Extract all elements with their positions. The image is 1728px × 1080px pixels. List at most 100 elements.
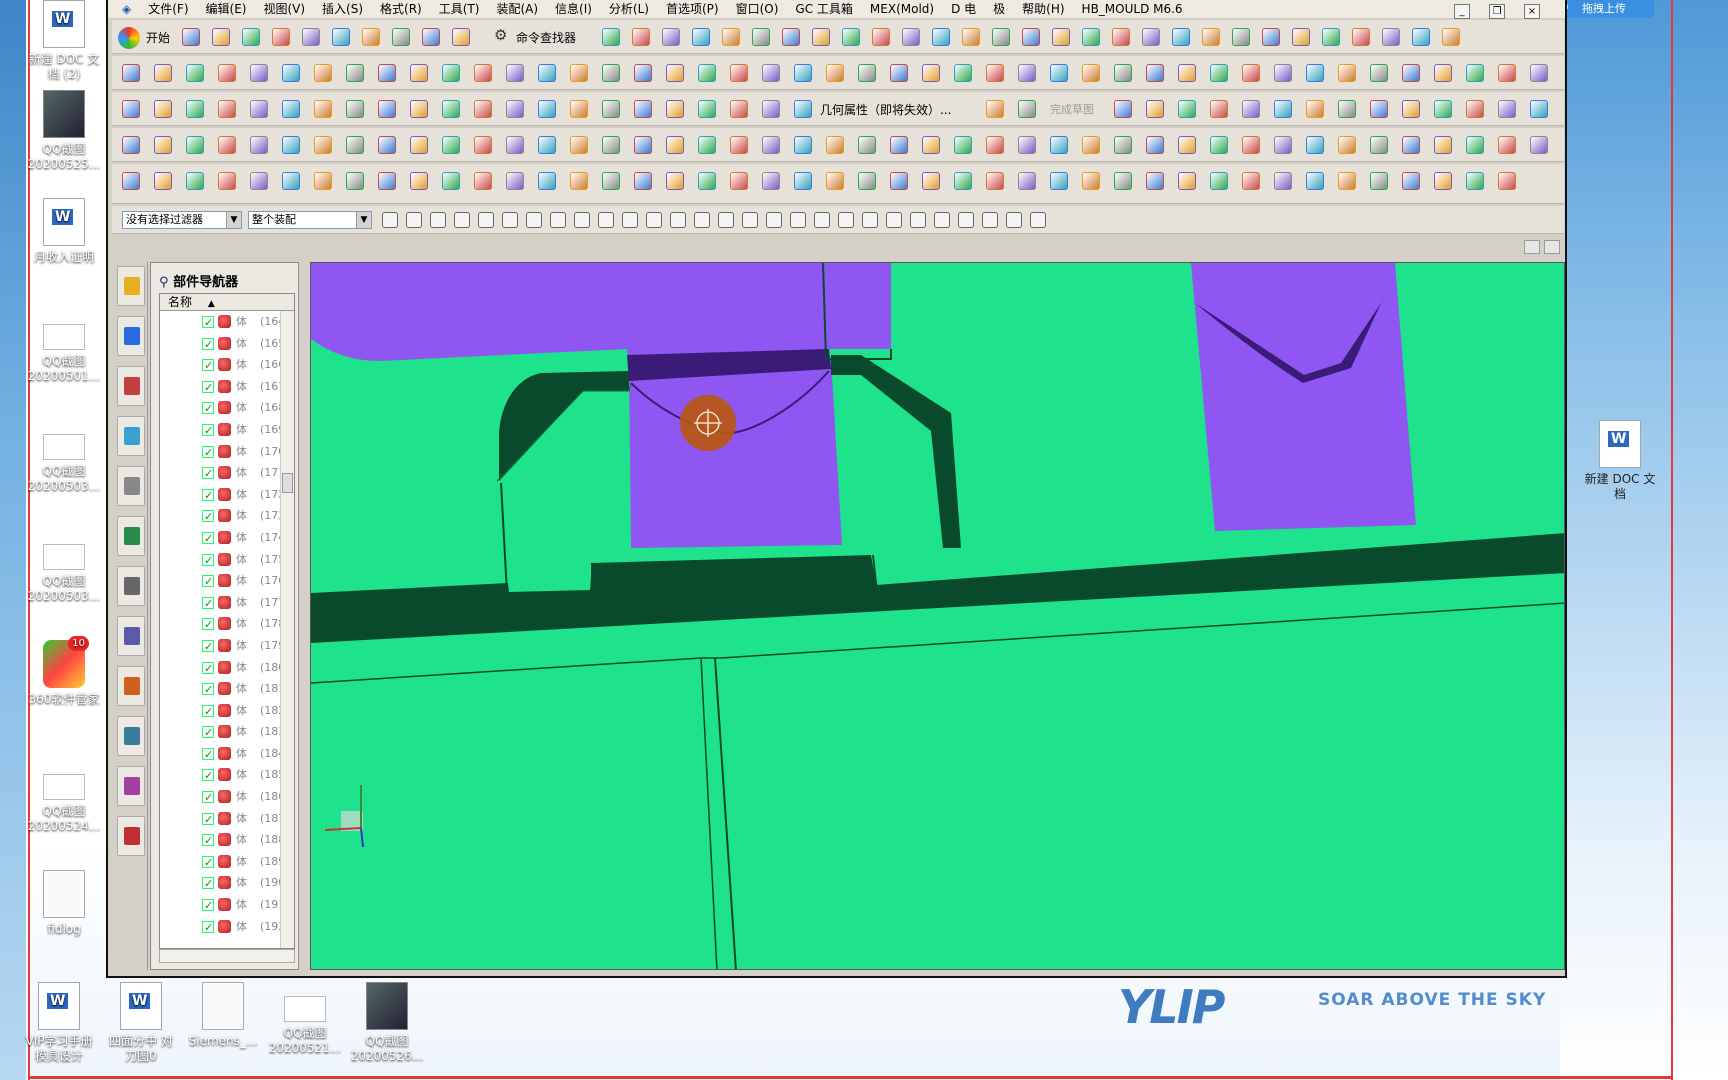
- circle-icon[interactable]: [474, 100, 492, 118]
- visibility-checkbox[interactable]: [202, 873, 214, 894]
- sphere-icon[interactable]: [666, 136, 684, 154]
- maximize-view-icon[interactable]: [1544, 240, 1560, 254]
- sphere-icon[interactable]: [666, 64, 684, 82]
- cylinder-icon[interactable]: [602, 136, 620, 154]
- block-icon[interactable]: [570, 64, 588, 82]
- redo-icon[interactable]: [212, 28, 230, 46]
- cursor-crosshair-icon[interactable]: [1370, 64, 1388, 82]
- visibility-checkbox[interactable]: [202, 744, 214, 765]
- desktop-icon[interactable]: QQ截图 20200524...: [14, 760, 114, 834]
- redo-icon[interactable]: [1434, 136, 1452, 154]
- visibility-checkbox[interactable]: [202, 917, 214, 938]
- menu-item[interactable]: GC 工具箱: [795, 0, 853, 18]
- circle-icon[interactable]: [1232, 28, 1250, 46]
- new-icon[interactable]: [1530, 136, 1548, 154]
- resource-tab[interactable]: [117, 466, 145, 506]
- text-icon[interactable]: [538, 64, 556, 82]
- cursor-crosshair-icon[interactable]: [730, 136, 748, 154]
- point-icon[interactable]: [378, 136, 396, 154]
- rectangle-icon[interactable]: [1146, 64, 1164, 82]
- desktop-icon[interactable]: QQ截图 20200503...: [14, 420, 114, 494]
- redo-icon[interactable]: [794, 172, 812, 190]
- selection-snap-icon[interactable]: [406, 212, 422, 228]
- copy-icon[interactable]: [1178, 100, 1196, 118]
- visibility-checkbox[interactable]: [202, 528, 214, 549]
- coordinate-system-icon[interactable]: [698, 172, 716, 190]
- copy-icon[interactable]: [1082, 28, 1100, 46]
- tree-row[interactable]: 体(174: [160, 527, 294, 549]
- rectangle-icon[interactable]: [662, 28, 680, 46]
- open-icon[interactable]: [826, 136, 844, 154]
- tree-row[interactable]: 体(192: [160, 916, 294, 938]
- visibility-checkbox[interactable]: [202, 636, 214, 657]
- tree-row[interactable]: 体(185: [160, 764, 294, 786]
- open-icon[interactable]: [1466, 136, 1484, 154]
- circle-icon[interactable]: [1114, 172, 1132, 190]
- desktop-icon[interactable]: 月收入证明: [14, 198, 114, 265]
- redo-icon[interactable]: [154, 136, 172, 154]
- restore-view-icon[interactable]: [1524, 240, 1540, 254]
- copy-icon[interactable]: [954, 136, 972, 154]
- block-icon[interactable]: [570, 100, 588, 118]
- tree-row[interactable]: 体(188: [160, 829, 294, 851]
- selection-snap-icon[interactable]: [1006, 212, 1022, 228]
- cut-icon[interactable]: [922, 172, 940, 190]
- visibility-checkbox[interactable]: [202, 830, 214, 851]
- cursor-crosshair-icon[interactable]: [730, 172, 748, 190]
- arc-icon[interactable]: [1082, 64, 1100, 82]
- new-icon[interactable]: [1530, 64, 1548, 82]
- copy-icon[interactable]: [954, 172, 972, 190]
- tree-row[interactable]: 体(172: [160, 484, 294, 506]
- text-icon[interactable]: [1178, 136, 1196, 154]
- new-icon[interactable]: [250, 136, 268, 154]
- line-icon[interactable]: [1050, 64, 1068, 82]
- tree-row[interactable]: 体(169: [160, 419, 294, 441]
- menu-item[interactable]: 极: [993, 0, 1005, 18]
- tree-row[interactable]: 体(171: [160, 462, 294, 484]
- rectangle-icon[interactable]: [1262, 28, 1280, 46]
- point-icon[interactable]: [1142, 28, 1160, 46]
- menu-item[interactable]: 首选项(P): [666, 0, 719, 18]
- menu-item[interactable]: D 电: [951, 0, 976, 18]
- copy-icon[interactable]: [314, 64, 332, 82]
- sphere-icon[interactable]: [1306, 64, 1324, 82]
- cut-icon[interactable]: [282, 64, 300, 82]
- minimize-icon[interactable]: _: [1454, 4, 1470, 19]
- copy-icon[interactable]: [314, 136, 332, 154]
- app-logo-icon[interactable]: ◈: [122, 0, 131, 18]
- paste-icon[interactable]: [986, 172, 1004, 190]
- rectangle-icon[interactable]: [506, 172, 524, 190]
- circle-icon[interactable]: [474, 136, 492, 154]
- text-icon[interactable]: [538, 172, 556, 190]
- cut-icon[interactable]: [1146, 100, 1164, 118]
- selection-snap-icon[interactable]: [934, 212, 950, 228]
- selection-snap-icon[interactable]: [742, 212, 758, 228]
- undo-icon[interactable]: [122, 136, 140, 154]
- visibility-checkbox[interactable]: [202, 312, 214, 333]
- open-icon[interactable]: [826, 64, 844, 82]
- cylinder-icon[interactable]: [1242, 172, 1260, 190]
- visibility-checkbox[interactable]: [202, 722, 214, 743]
- open-icon[interactable]: [962, 28, 980, 46]
- new-icon[interactable]: [250, 100, 268, 118]
- coordinate-system-icon[interactable]: [842, 28, 860, 46]
- redo-icon[interactable]: [154, 64, 172, 82]
- selection-snap-icon[interactable]: [670, 212, 686, 228]
- cone-icon[interactable]: [782, 28, 800, 46]
- navigator-column-header[interactable]: 名称 ▲: [160, 294, 294, 311]
- redo-icon[interactable]: [932, 28, 950, 46]
- open-icon[interactable]: [826, 172, 844, 190]
- resource-tab[interactable]: [117, 716, 145, 756]
- desktop-icon[interactable]: QQ截图 20200525...: [14, 90, 114, 172]
- visibility-checkbox[interactable]: [202, 593, 214, 614]
- undo-icon[interactable]: [1402, 64, 1420, 82]
- type-filter-select[interactable]: 没有选择过滤器 ▼: [122, 211, 242, 229]
- selection-snap-icon[interactable]: [598, 212, 614, 228]
- sphere-icon[interactable]: [1412, 28, 1430, 46]
- open-icon[interactable]: [1466, 64, 1484, 82]
- visibility-checkbox[interactable]: [202, 765, 214, 786]
- cut-icon[interactable]: [332, 28, 350, 46]
- resource-tab[interactable]: [117, 316, 145, 356]
- graphics-viewport[interactable]: [310, 262, 1565, 970]
- save-icon[interactable]: [218, 136, 236, 154]
